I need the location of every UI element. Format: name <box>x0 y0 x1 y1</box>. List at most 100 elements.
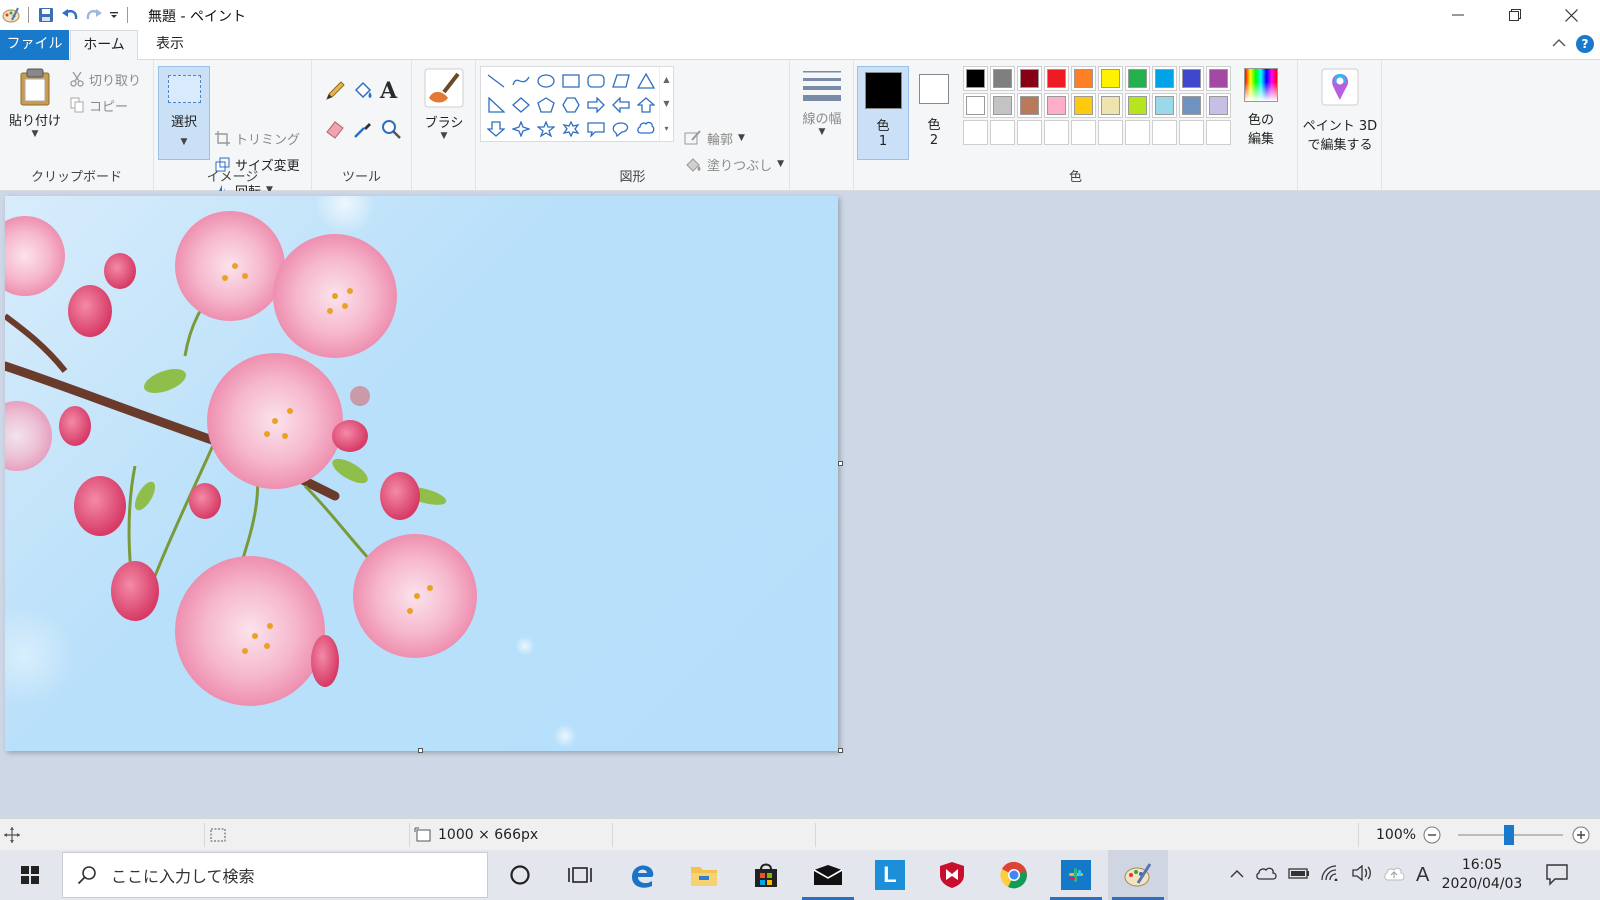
mail-taskbar-button[interactable] <box>798 850 858 900</box>
select-dropdown-icon[interactable]: ▼ <box>159 137 209 147</box>
resize-handle-corner[interactable] <box>838 748 843 753</box>
cloud-callout-shape-icon[interactable] <box>633 117 658 141</box>
outline-dropdown-icon[interactable]: ▼ <box>738 133 745 143</box>
taskbar-search-box[interactable]: ここに入力して検索 <box>62 852 488 898</box>
palette-custom-slot[interactable] <box>1125 120 1150 145</box>
crop-button[interactable]: トリミング <box>215 127 300 149</box>
palette-color-swatch[interactable] <box>1017 93 1042 118</box>
palette-color-swatch[interactable] <box>1179 93 1204 118</box>
customize-qat-icon[interactable] <box>107 4 121 26</box>
zoom-out-button[interactable] <box>1423 819 1441 851</box>
paint-taskbar-button[interactable] <box>1108 850 1168 900</box>
battery-icon[interactable] <box>1288 866 1310 884</box>
polygon-shape-icon[interactable] <box>608 69 633 93</box>
restore-button[interactable] <box>1486 0 1543 30</box>
wifi-icon[interactable] <box>1321 865 1341 885</box>
palette-color-swatch[interactable] <box>990 66 1015 91</box>
tab-home[interactable]: ホーム <box>70 30 138 61</box>
cut-button[interactable]: 切り取り <box>70 68 141 90</box>
tab-view[interactable]: 表示 <box>138 30 202 60</box>
five-point-star-shape-icon[interactable] <box>533 117 558 141</box>
zoom-in-button[interactable] <box>1572 819 1590 851</box>
palette-custom-slot[interactable] <box>1071 120 1096 145</box>
paste-button[interactable]: 貼り付け ▼ <box>8 68 62 158</box>
pentagon-shape-icon[interactable] <box>533 93 558 117</box>
resize-handle-bottom[interactable] <box>418 748 423 753</box>
palette-color-swatch[interactable] <box>1071 93 1096 118</box>
outline-button[interactable]: 輪郭 ▼ <box>684 127 745 149</box>
shapes-scrollbar[interactable]: ▲ ▼ ▾ <box>659 67 673 141</box>
tab-file[interactable]: ファイル <box>0 30 69 60</box>
palette-color-swatch[interactable] <box>1098 66 1123 91</box>
palette-custom-slot[interactable] <box>963 120 988 145</box>
palette-color-swatch[interactable] <box>1044 93 1069 118</box>
palette-color-swatch[interactable] <box>1152 93 1177 118</box>
help-icon[interactable]: ? <box>1576 35 1594 53</box>
volume-icon[interactable] <box>1352 864 1372 885</box>
undo-icon[interactable] <box>59 4 81 26</box>
collapse-ribbon-icon[interactable] <box>1552 37 1566 52</box>
slack-taskbar-button[interactable] <box>1046 850 1106 900</box>
brush-dropdown-icon[interactable]: ▼ <box>412 131 476 141</box>
fill-dropdown-icon[interactable]: ▼ <box>777 159 784 169</box>
triangle-shape-icon[interactable] <box>633 69 658 93</box>
color2-button[interactable]: 色 2 <box>909 66 959 160</box>
palette-color-swatch[interactable] <box>963 93 988 118</box>
cortana-button[interactable] <box>490 850 550 900</box>
onedrive-icon[interactable] <box>1255 866 1277 884</box>
palette-custom-slot[interactable] <box>1098 120 1123 145</box>
edit-with-paint3d-button[interactable]: ペイント 3D で編集する <box>1298 68 1382 153</box>
palette-color-swatch[interactable] <box>1206 93 1231 118</box>
color-picker-icon[interactable] <box>352 118 374 144</box>
scroll-up-icon[interactable]: ▲ <box>663 75 669 84</box>
line-app-taskbar-button[interactable]: L <box>860 850 920 900</box>
palette-color-swatch[interactable] <box>1017 66 1042 91</box>
four-point-star-shape-icon[interactable] <box>508 117 533 141</box>
palette-custom-slot[interactable] <box>1179 120 1204 145</box>
drawing-canvas[interactable] <box>5 196 838 751</box>
rounded-rectangle-shape-icon[interactable] <box>583 69 608 93</box>
action-center-button[interactable] <box>1545 862 1569 890</box>
curve-shape-icon[interactable] <box>508 69 533 93</box>
hexagon-shape-icon[interactable] <box>558 93 583 117</box>
up-arrow-shape-icon[interactable] <box>633 93 658 117</box>
chrome-taskbar-button[interactable] <box>984 850 1044 900</box>
palette-color-swatch[interactable] <box>1044 66 1069 91</box>
palette-color-swatch[interactable] <box>1206 66 1231 91</box>
copy-button[interactable]: コピー <box>70 94 128 116</box>
canvas-workspace[interactable] <box>0 191 1600 818</box>
save-icon[interactable] <box>35 4 57 26</box>
store-taskbar-button[interactable] <box>736 850 796 900</box>
edit-colors-button[interactable]: 色の 編集 <box>1236 68 1286 147</box>
paint-app-icon[interactable] <box>0 4 22 26</box>
zoom-slider-thumb[interactable] <box>1504 825 1514 845</box>
text-tool-icon[interactable]: A <box>380 78 397 104</box>
color1-button[interactable]: 色 1 <box>857 66 909 160</box>
down-arrow-shape-icon[interactable] <box>483 117 508 141</box>
select-button[interactable]: 選択 ▼ <box>158 66 210 160</box>
palette-color-swatch[interactable] <box>963 66 988 91</box>
palette-custom-slot[interactable] <box>1152 120 1177 145</box>
palette-color-swatch[interactable] <box>1179 66 1204 91</box>
minimize-button[interactable] <box>1429 0 1486 30</box>
six-point-star-shape-icon[interactable] <box>558 117 583 141</box>
line-width-button[interactable]: 線の幅 ▼ <box>790 68 854 137</box>
start-button[interactable] <box>0 850 60 900</box>
right-arrow-shape-icon[interactable] <box>583 93 608 117</box>
line-shape-icon[interactable] <box>483 69 508 93</box>
redo-icon[interactable] <box>83 4 105 26</box>
palette-color-swatch[interactable] <box>990 93 1015 118</box>
fill-bucket-icon[interactable] <box>352 80 374 106</box>
taskbar-clock[interactable]: 16:05 2020/04/03 <box>1432 856 1532 894</box>
palette-color-swatch[interactable] <box>1152 66 1177 91</box>
palette-color-swatch[interactable] <box>1125 66 1150 91</box>
pencil-icon[interactable] <box>324 80 346 106</box>
fill-button[interactable]: 塗りつぶし ▼ <box>684 153 784 175</box>
palette-custom-slot[interactable] <box>1044 120 1069 145</box>
ime-mode-indicator[interactable]: A <box>1416 864 1429 887</box>
palette-color-swatch[interactable] <box>1125 93 1150 118</box>
task-view-button[interactable] <box>550 850 610 900</box>
paste-dropdown-icon[interactable]: ▼ <box>8 129 62 139</box>
oval-shape-icon[interactable] <box>533 69 558 93</box>
scroll-down-icon[interactable]: ▼ <box>663 99 669 108</box>
